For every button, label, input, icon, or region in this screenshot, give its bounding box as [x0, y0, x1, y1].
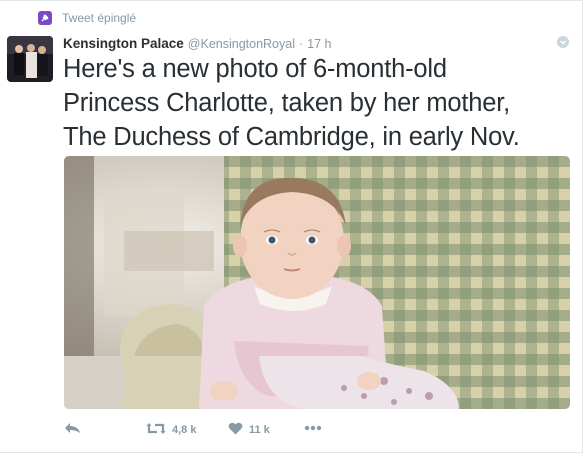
tweet-actions: 4,8 k 11 k: [64, 422, 364, 438]
tweet-line: Here's a new photo of 6-month-old: [63, 55, 447, 83]
like-button[interactable]: 11 k: [228, 422, 270, 438]
timestamp[interactable]: 17 h: [307, 37, 331, 51]
retweet-count: 4,8 k: [172, 424, 197, 436]
more-button[interactable]: [304, 422, 322, 434]
pin-icon: [38, 11, 52, 25]
pinned-label: Tweet épinglé: [62, 11, 137, 25]
separator: ·: [299, 37, 304, 51]
tweet-line: The Duchess of Cambridge, in early Nov.: [63, 123, 520, 151]
author-handle[interactable]: @KensingtonRoyal: [188, 37, 295, 51]
pinned-indicator: Tweet épinglé: [38, 11, 136, 25]
avatar[interactable]: [7, 36, 53, 82]
more-icon: [304, 422, 322, 434]
author-name[interactable]: Kensington Palace: [63, 36, 184, 51]
tweet-header: Kensington Palace @KensingtonRoyal · 17 …: [63, 36, 332, 51]
tweet-line: Princess Charlotte, taken by her mother,: [63, 89, 510, 117]
reply-icon: [64, 422, 81, 437]
retweet-button[interactable]: 4,8 k: [146, 422, 196, 438]
like-count: 11 k: [249, 424, 270, 436]
heart-icon: [228, 422, 243, 438]
tweet-text: Here's a new photo of 6-month-old Prince…: [63, 52, 563, 154]
caret-icon[interactable]: [557, 36, 569, 48]
tweet-photo[interactable]: [64, 156, 570, 409]
reply-button[interactable]: [64, 422, 81, 437]
retweet-icon: [146, 422, 166, 438]
